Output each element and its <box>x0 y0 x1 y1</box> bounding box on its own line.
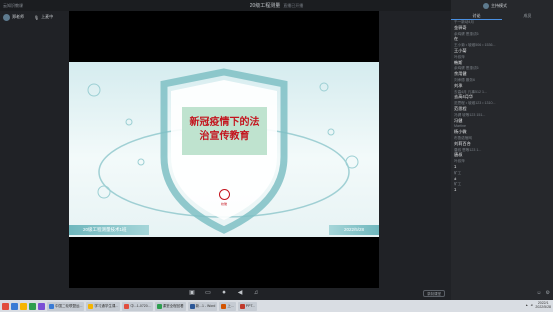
chat-message: 范思程 • 坡维123 • 1310... 范思程 <box>454 101 550 112</box>
tab-discussion[interactable]: 讨论 <box>451 11 502 20</box>
chat-message: 去高4月 凡事512 1... 去高4月华 <box>454 90 550 101</box>
mic-status-label: 上麦中 <box>41 14 54 19</box>
message-text: 冯健 <box>454 117 463 123</box>
panel-header: 主持模式 <box>451 0 553 11</box>
taskbar-item-label: 课堂全程回看 <box>162 303 184 308</box>
message-text: 1 <box>454 163 457 169</box>
taskbar-item-label: 中国二轮联盟运... <box>55 303 83 308</box>
app-icon <box>189 303 195 309</box>
taskbar-item[interactable]: 课堂全程回看 <box>154 301 186 311</box>
message-text: 1 <box>454 187 457 193</box>
slide-title: 新冠疫情下的法 治宣传教育 <box>182 107 267 155</box>
chat-message: 冯健 坡等123 151... 冯健 <box>454 113 550 124</box>
side-panel: 主持模式 讨论 成员 千一新动4月 金驿奇 余鸡健 恩惠试6 在王小菊 • 坡维506… <box>451 0 553 300</box>
volume-icon[interactable]: ◂ <box>531 303 533 307</box>
chat-message: 余鸡健 恩惠试6 在 <box>454 32 550 43</box>
music-icon[interactable]: ♫ <box>253 290 260 297</box>
app-icon <box>49 303 54 309</box>
message-text: 去高4月华 <box>454 94 474 100</box>
taskbar-item-label: PPT... <box>245 303 256 308</box>
school-seal-label: 校徽 <box>220 202 227 206</box>
start-menu-icon[interactable] <box>2 302 9 310</box>
presentation-slide: 新冠疫情下的法 治宣传教育 校徽 20级工程测量技术1班 2022/5/28 <box>69 62 379 237</box>
current-speaker[interactable]: 郑老师 <box>3 13 24 21</box>
message-text: 余用健 <box>454 71 467 77</box>
avatar <box>483 3 489 9</box>
mic-status[interactable]: 🎙 上麦中 <box>34 13 53 21</box>
chat-input-bar: ☺ ⚙ <box>454 288 550 297</box>
message-text: 唐叔 <box>454 152 463 158</box>
microphone-icon[interactable]: ⏺ <box>221 290 228 297</box>
chat-message: 刘承德 服务6 刘承 <box>454 78 550 89</box>
screen-share-icon[interactable]: ▭ <box>205 290 212 297</box>
clock[interactable]: 2022/1 2022/5/28 <box>535 301 551 309</box>
taskbar-apps: 中国二轮联盟运... 学习通学生课... 中...1-0720... 课堂全程回看 新.… <box>45 301 258 311</box>
speaker-name: 郑老师 <box>12 14 24 19</box>
file-explorer-icon[interactable] <box>20 302 27 310</box>
taskbar-item-label: 新...1 - Word <box>195 303 216 308</box>
host-name: 主持模式 <box>491 3 507 8</box>
taskbar-item[interactable]: 新...1 - Word <box>187 301 218 311</box>
slide-footer-class: 20级工程测量技术1班 <box>69 225 149 235</box>
message-text: 韩斯 <box>454 59 463 65</box>
message-text: 在 <box>454 36 459 42</box>
browser-icon[interactable] <box>11 302 18 310</box>
tab-members[interactable]: 成员 <box>502 11 553 20</box>
taskbar-item[interactable]: 学习通学生课... <box>86 301 121 311</box>
taskbar-item[interactable]: 中国二轮联盟运... <box>47 301 85 311</box>
app-icon <box>156 303 162 309</box>
school-seal <box>219 189 230 200</box>
chat-message: 王小菊 • 坡维506 • 1536... 王小菊 <box>454 43 550 54</box>
system-tray: ▴ ◂ 2022/1 2022/5/28 <box>526 301 551 309</box>
host-badge[interactable]: 主持模式 <box>483 3 507 9</box>
message-text: 王小菊 <box>454 47 467 53</box>
chat-message: 唐叔 恩等123 1... 唐叔 <box>454 148 550 159</box>
taskbar-item[interactable]: 上... <box>219 301 236 311</box>
chat-message: 叶叔萍 1 <box>454 159 550 170</box>
app-icon <box>239 303 245 309</box>
chat-message: 余鸡健 恩惠试6 余用健 <box>454 66 550 77</box>
os-taskbar: 中国二轮联盟运... 学习通学生课... 中...1-0720... 课堂全程回看 新.… <box>0 300 553 312</box>
message-text: 刘莉百合 <box>454 140 471 146</box>
app-icon <box>88 303 94 309</box>
app-icon <box>221 303 227 309</box>
chat-app-icon[interactable] <box>29 302 36 310</box>
taskbar-item[interactable]: PPT... <box>237 301 258 311</box>
message-list[interactable]: 千一新动4月 金驿奇 余鸡健 恩惠试6 在王小菊 • 坡维506 • 1536... 王… <box>454 20 550 285</box>
taskbar-item-label: 中...1-0720... <box>130 303 151 308</box>
media-controls: ▣ ▭ ⏺ ◀ ♫ <box>69 288 379 299</box>
chat-message: 叶叔萍 韩斯 <box>454 55 550 66</box>
avatar <box>3 13 10 21</box>
window-title-text: 20级工程测量 <box>249 3 281 9</box>
message-text: 金驿奇 <box>454 24 467 30</box>
message-text: 刘承 <box>454 82 463 88</box>
message-text: 杨小微 <box>454 129 467 135</box>
chat-message: 布鲁诺宿网 刘莉百合 <box>454 136 550 147</box>
slide-title-line2: 治宣传教育 <box>199 131 250 142</box>
settings-icon[interactable]: ⚙ <box>546 290 550 296</box>
message-text: 范思程 <box>454 105 467 111</box>
taskbar-item[interactable]: 中...1-0720... <box>122 301 153 311</box>
taskbar-item-label: 上... <box>227 303 234 308</box>
camera-icon[interactable]: ▣ <box>189 290 196 297</box>
slide-footer-date: 2022/5/28 <box>329 225 379 235</box>
record-button[interactable]: 录制课堂 <box>423 290 445 297</box>
message-text: ± <box>454 175 457 181</box>
chat-message: 千一新动4月 金驿奇 <box>454 20 550 31</box>
speaker-icon[interactable]: ◀ <box>237 290 244 297</box>
taskbar-item-label: 学习通学生课... <box>94 303 119 308</box>
chat-message: Martine 杨小微 <box>454 124 550 135</box>
chat-message: 矿工 1 <box>454 182 550 193</box>
window-subtitle: 直播已开播 <box>283 3 304 8</box>
panel-tabs: 讨论 成员 <box>451 11 553 20</box>
chat-message: 矿工 ± <box>454 171 550 182</box>
app-window: 云知识教课 20级工程测量直播已开播 – □ ✕ 郑老师 🎙 上麦中 <box>0 0 553 312</box>
emoji-icon[interactable]: ☺ <box>536 290 541 296</box>
clock-date: 2022/5/28 <box>535 305 551 309</box>
network-icon[interactable]: ▴ <box>526 303 528 307</box>
slide-title-line1: 新冠疫情下的法 <box>189 117 260 128</box>
app-icon <box>124 303 130 309</box>
microphone-icon: 🎙 <box>34 14 40 20</box>
media-app-icon[interactable] <box>38 302 45 310</box>
